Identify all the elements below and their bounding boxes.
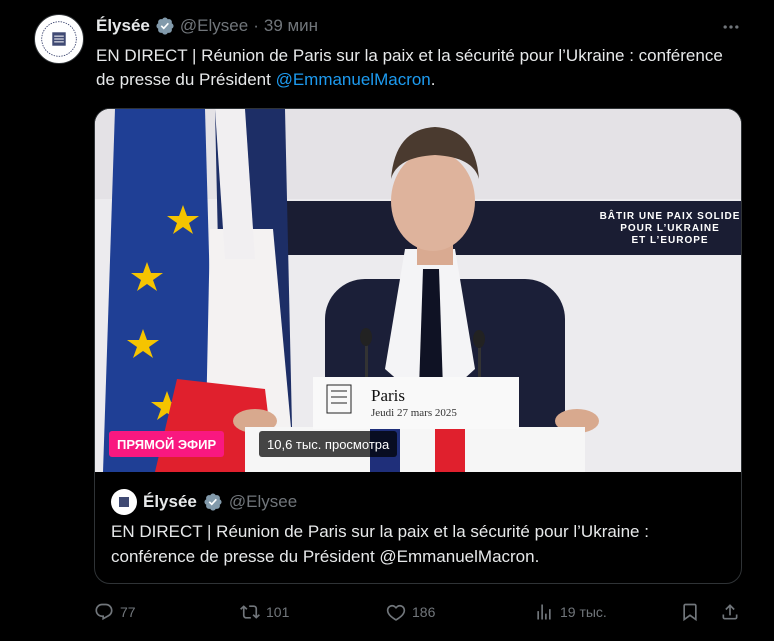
repost-button[interactable]: 101	[240, 598, 289, 626]
views-count: 19 тыс.	[560, 604, 607, 620]
like-button[interactable]: 186	[386, 598, 435, 626]
tweet-time[interactable]: 39 мин	[264, 16, 318, 36]
tweet-text-end: .	[430, 70, 436, 89]
separator: ·	[253, 16, 259, 35]
reply-count: 77	[120, 604, 136, 620]
tweet-text: EN DIRECT | Réunion de Paris sur la paix…	[96, 44, 736, 92]
verified-badge-icon	[203, 492, 223, 512]
share-button[interactable]	[720, 598, 740, 626]
like-count: 186	[412, 604, 436, 620]
quoted-card[interactable]: BÂTIR UNE PAIX SOLIDE POUR L’UKRAINE ET …	[94, 108, 742, 584]
podium-date: Jeudi 27 mars 2025	[371, 407, 457, 419]
reply-button[interactable]: 77	[94, 598, 136, 626]
more-options-icon[interactable]	[720, 16, 742, 38]
quoted-author-handle[interactable]: @Elysee	[229, 492, 297, 512]
video-player[interactable]: BÂTIR UNE PAIX SOLIDE POUR L’UKRAINE ET …	[95, 109, 741, 472]
quoted-avatar[interactable]	[111, 489, 137, 515]
author-handle[interactable]: @Elysee	[180, 16, 248, 36]
video-views-badge: 10,6 тыс. просмотра	[259, 431, 398, 457]
action-bar: 77 101 186 19 тыс.	[94, 598, 742, 626]
backdrop-text-1: BÂTIR UNE PAIX SOLIDE	[600, 209, 741, 222]
quoted-author-name[interactable]: Élysée	[143, 492, 197, 512]
live-badge: ПРЯМОЙ ЭФИР	[109, 431, 225, 457]
backdrop-text-2: POUR L’UKRAINE	[620, 223, 720, 234]
reply-icon	[95, 603, 113, 621]
video-frame: BÂTIR UNE PAIX SOLIDE POUR L’UKRAINE ET …	[95, 109, 741, 472]
mention-link[interactable]: @EmmanuelMacron	[276, 70, 431, 89]
views-button[interactable]: 19 тыс.	[534, 598, 607, 626]
heart-icon	[386, 604, 406, 621]
podium-city: Paris	[371, 386, 405, 405]
quoted-header: Élysée @Elysee	[111, 489, 297, 515]
share-icon	[722, 604, 738, 620]
backdrop-text-3: ET L’EUROPE	[631, 235, 708, 246]
bookmark-icon	[683, 603, 697, 622]
analytics-icon	[537, 604, 551, 620]
tweet-header: Élysée @Elysee · 39 мин	[96, 14, 318, 38]
repost-count: 101	[266, 604, 290, 620]
author-name[interactable]: Élysée	[96, 16, 150, 36]
verified-badge-icon	[155, 16, 175, 36]
quoted-text: EN DIRECT | Réunion de Paris sur la paix…	[111, 522, 649, 566]
repost-icon	[240, 605, 260, 619]
bookmark-button[interactable]	[680, 598, 700, 626]
author-avatar[interactable]	[34, 14, 84, 64]
